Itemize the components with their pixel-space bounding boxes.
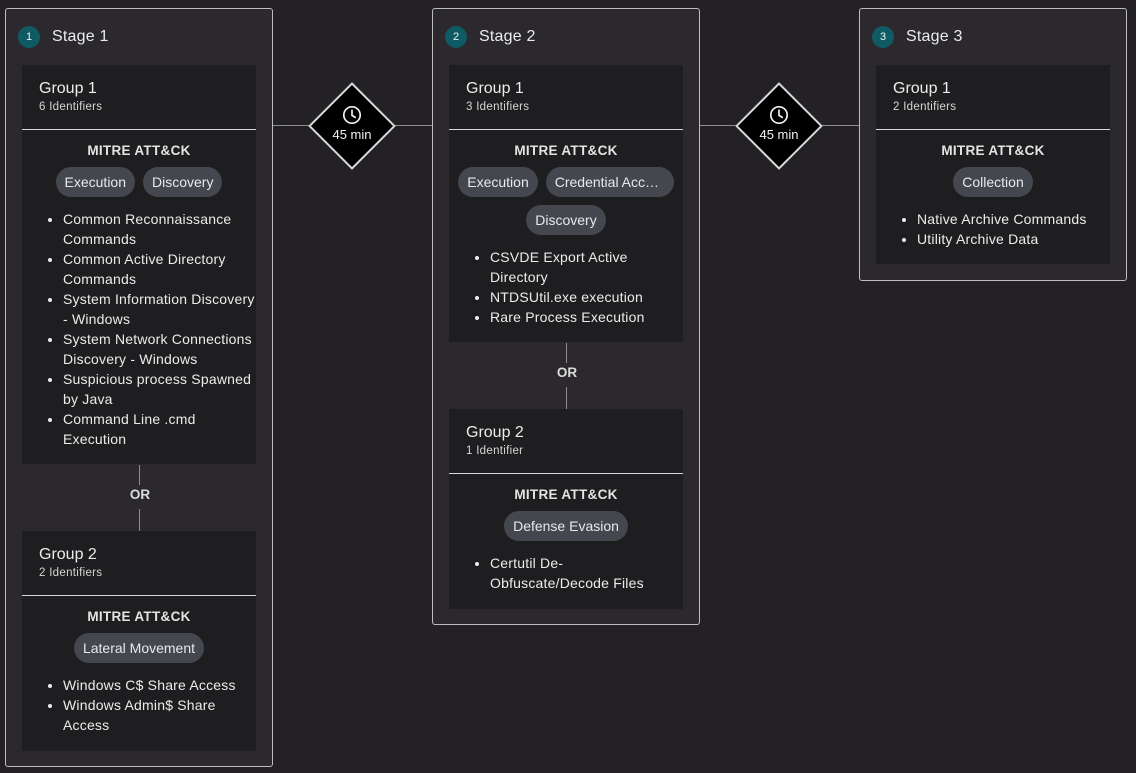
identifier-item: Windows Admin$ Share Access: [63, 695, 256, 735]
group-header: Group 1 6 Identifiers: [22, 65, 256, 130]
tactic-chip[interactable]: Discovery: [143, 167, 223, 197]
stage-title: Stage 3: [906, 28, 963, 45]
identifier-list: Certutil De-Obfuscate/Decode Files: [449, 553, 683, 593]
mitre-heading: MITRE ATT&CK: [87, 609, 191, 624]
tactic-chip[interactable]: Execution: [55, 167, 135, 197]
mitre-heading: MITRE ATT&CK: [514, 487, 618, 502]
identifier-item: NTDSUtil.exe execution: [490, 287, 683, 307]
tactic-chips: Execution Discovery: [22, 167, 256, 197]
tactic-chips: Collection: [876, 167, 1110, 197]
group-header: Group 1 3 Identifiers: [449, 65, 683, 130]
identifier-item: Windows C$ Share Access: [63, 675, 256, 695]
tactic-chip[interactable]: Collection: [953, 167, 1033, 197]
tactic-chip[interactable]: Execution: [458, 167, 538, 197]
or-connector: [566, 343, 567, 363]
group-card[interactable]: Group 2 1 Identifier MITRE ATT&CK Defens…: [449, 409, 683, 609]
group-header: Group 2 1 Identifier: [449, 409, 683, 474]
tactic-chips: Lateral Movement: [22, 633, 256, 663]
stage-title: Stage 1: [52, 28, 109, 45]
identifier-item: Utility Archive Data: [917, 229, 1110, 249]
group-title: Group 1: [893, 80, 951, 97]
mitre-heading: MITRE ATT&CK: [941, 143, 1045, 158]
delay-diamond[interactable]: 45 min: [735, 82, 823, 170]
stage-1-card: 1 Stage 1 Group 1 6 Identifiers MITRE AT…: [5, 8, 273, 767]
identifier-item: Common Reconnaissance Commands: [63, 209, 256, 249]
group-title: Group 1: [466, 80, 524, 97]
identifier-list: Native Archive Commands Utility Archive …: [876, 209, 1110, 249]
group-card[interactable]: Group 1 6 Identifiers MITRE ATT&CK Execu…: [22, 65, 256, 464]
tactic-chip[interactable]: Credential Acce…: [545, 167, 674, 197]
identifier-count: 1 Identifier: [466, 445, 524, 457]
stage-number-badge: 2: [445, 26, 467, 48]
mitre-heading: MITRE ATT&CK: [514, 143, 618, 158]
group-title: Group 1: [39, 80, 97, 97]
tactic-chip[interactable]: Lateral Movement: [73, 633, 205, 663]
group-title: Group 2: [39, 546, 97, 563]
identifier-item: System Network Connections Discovery - W…: [63, 329, 256, 369]
identifier-count: 2 Identifiers: [893, 101, 957, 113]
group-card[interactable]: Group 1 3 Identifiers MITRE ATT&CK Execu…: [449, 65, 683, 342]
identifier-count: 2 Identifiers: [39, 567, 103, 579]
or-connector: [566, 387, 567, 409]
clock-icon: [342, 105, 362, 124]
tactic-chip[interactable]: Defense Evasion: [504, 511, 628, 541]
stage-2-card: 2 Stage 2 Group 1 3 Identifiers MITRE AT…: [432, 8, 700, 625]
identifier-item: Native Archive Commands: [917, 209, 1110, 229]
group-card[interactable]: Group 2 2 Identifiers MITRE ATT&CK Later…: [22, 531, 256, 751]
stage-header: 2 Stage 2: [445, 25, 536, 49]
tactic-chips: Defense Evasion: [449, 511, 683, 541]
identifier-list: Windows C$ Share Access Windows Admin$ S…: [22, 675, 256, 735]
mitre-heading: MITRE ATT&CK: [87, 143, 191, 158]
tactic-chip[interactable]: Discovery: [526, 205, 606, 235]
group-card[interactable]: Group 1 2 Identifiers MITRE ATT&CK Colle…: [876, 65, 1110, 264]
clock-icon: [769, 105, 789, 124]
or-connector: [139, 465, 140, 485]
group-header: Group 1 2 Identifiers: [876, 65, 1110, 130]
group-title: Group 2: [466, 424, 524, 441]
stage-number-badge: 1: [18, 26, 40, 48]
identifier-item: Common Active Directory Commands: [63, 249, 256, 289]
identifier-list: CSVDE Export Active Directory NTDSUtil.e…: [449, 247, 683, 327]
identifier-item: Suspicious process Spawned by Java: [63, 369, 256, 409]
stage-title: Stage 2: [479, 28, 536, 45]
group-header: Group 2 2 Identifiers: [22, 531, 256, 596]
identifier-list: Common Reconnaissance Commands Common Ac…: [22, 209, 256, 449]
identifier-item: CSVDE Export Active Directory: [490, 247, 683, 287]
delay-label: 45 min: [332, 126, 372, 142]
or-label: OR: [129, 487, 151, 502]
stage-header: 1 Stage 1: [18, 25, 109, 49]
identifier-item: Certutil De-Obfuscate/Decode Files: [490, 553, 650, 593]
identifier-item: Command Line .cmd Execution: [63, 409, 256, 449]
tactic-chips: Execution Credential Acce… Discovery: [449, 167, 683, 235]
attack-chain-canvas: 45 min 45 min 1 Stage 1 Group 1 6 Identi…: [0, 0, 1136, 773]
or-connector: [139, 509, 140, 531]
identifier-count: 3 Identifiers: [466, 101, 530, 113]
or-label: OR: [556, 365, 578, 380]
identifier-item: Rare Process Execution: [490, 307, 683, 327]
stage-3-card: 3 Stage 3 Group 1 2 Identifiers MITRE AT…: [859, 8, 1127, 281]
identifier-item: System Information Discovery - Windows: [63, 289, 256, 329]
stage-number-badge: 3: [872, 26, 894, 48]
stage-header: 3 Stage 3: [872, 25, 963, 49]
delay-diamond[interactable]: 45 min: [308, 82, 396, 170]
delay-label: 45 min: [759, 126, 799, 142]
identifier-count: 6 Identifiers: [39, 101, 103, 113]
